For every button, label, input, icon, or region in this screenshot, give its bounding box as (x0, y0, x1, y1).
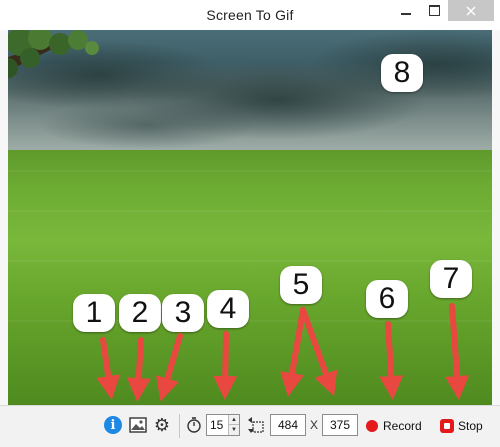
width-input[interactable]: 484 (270, 414, 306, 436)
image-icon (129, 417, 147, 433)
height-input[interactable]: 375 (322, 414, 358, 436)
arrow-5a (280, 307, 306, 397)
resize-icon (246, 415, 266, 435)
frame-rate-value[interactable]: 15 (210, 418, 223, 432)
arrow-3 (155, 333, 183, 402)
gear-icon: ⚙ (153, 414, 171, 435)
arrow-7 (445, 303, 470, 400)
record-label: Record (383, 419, 422, 433)
settings-button[interactable]: ⚙ (152, 414, 172, 436)
info-icon[interactable]: i (104, 416, 122, 434)
arrow-5b (300, 307, 338, 397)
size-separator: X (310, 418, 319, 432)
arrow-2 (126, 337, 151, 402)
arrow-6 (379, 321, 404, 400)
annotation-arrows (96, 303, 470, 402)
app-window: Screen To Gif 1 2 3 4 5 6 7 8 i ⚙ 15 ▲ ▼… (0, 0, 500, 447)
stopwatch-icon (186, 415, 202, 435)
frame-rate-stepper[interactable]: 15 ▲ ▼ (206, 414, 240, 436)
arrow-1 (96, 337, 121, 400)
record-button[interactable]: Record (366, 415, 422, 437)
record-dot-icon (366, 420, 378, 432)
arrow-4 (213, 331, 238, 400)
stop-button[interactable]: Stop (440, 415, 483, 437)
stop-icon (440, 419, 454, 433)
toolbar-divider (179, 414, 180, 438)
bottom-toolbar: i ⚙ 15 ▲ ▼ 484 X 375 Record Stop (0, 405, 500, 447)
stop-label: Stop (458, 419, 483, 433)
spin-down-button[interactable]: ▼ (228, 424, 239, 435)
image-button[interactable] (128, 415, 148, 435)
